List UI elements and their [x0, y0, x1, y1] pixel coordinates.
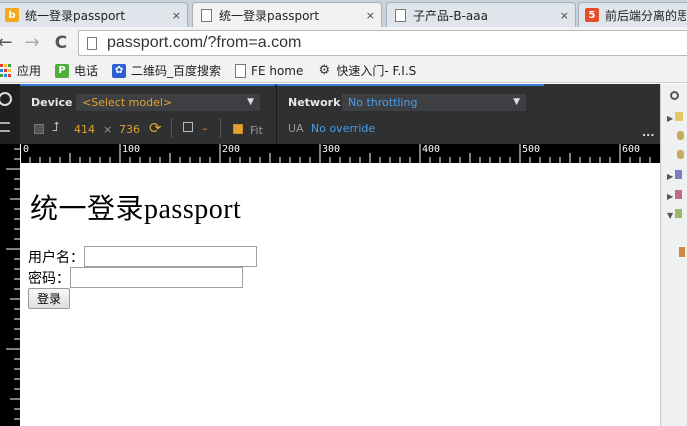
username-label: 用户名：	[28, 250, 84, 266]
back-button[interactable]: ←	[0, 31, 16, 55]
close-icon[interactable]: ×	[366, 9, 375, 22]
layout-icon[interactable]	[0, 122, 10, 132]
ruler-label: 100	[122, 144, 141, 155]
rotate-icon[interactable]: ⟳	[149, 119, 162, 137]
horizontal-ruler: 0 100 200 300 400 500 600	[20, 144, 660, 163]
bookmark-qrcode-search[interactable]: ✿ 二维码_百度搜索	[112, 62, 221, 79]
username-input[interactable]	[84, 246, 257, 267]
apps-icon	[0, 64, 12, 78]
page-icon	[87, 36, 97, 50]
bookmark-fis[interactable]: ⚙ 快速入门- F.I.S	[317, 62, 417, 79]
password-label: 密码：	[28, 271, 70, 287]
dropdown-arrow-icon: ▼	[247, 97, 254, 107]
checkbox-icon[interactable]	[34, 124, 44, 134]
page-title: 统一登录passport	[30, 194, 242, 225]
tab-3[interactable]: 子产品-B-aaa ×	[386, 2, 576, 27]
vertical-ruler	[0, 144, 20, 426]
ruler-label: 500	[522, 144, 541, 155]
search-icon[interactable]	[670, 91, 679, 100]
bookmarks-bar: 应用 P 电话 ✿ 二维码_百度搜索 FE home ⚙ 快速入门- F.I.S	[0, 59, 687, 83]
tab-strip: b 统一登录passport × 统一登录passport × 子产品-B-aa…	[0, 0, 687, 27]
bing-icon: b	[5, 8, 19, 22]
tree-node-item[interactable]	[679, 247, 687, 261]
devtools-gutter	[0, 84, 20, 144]
gear-icon: ⚙	[318, 63, 331, 78]
fit-checkbox[interactable]	[233, 124, 243, 134]
device-label: Device	[31, 96, 73, 109]
tab-title: 子产品-B-aaa	[413, 8, 488, 23]
network-select-value: No throttling	[348, 96, 418, 109]
document-icon	[393, 8, 407, 22]
password-input[interactable]	[70, 267, 243, 288]
ua-value[interactable]: No override	[311, 122, 375, 135]
bookmark-label: 二维码_百度搜索	[131, 64, 222, 78]
address-bar[interactable]: passport.com/?from=a.com	[78, 30, 687, 56]
bookmark-apps[interactable]: 应用	[0, 62, 41, 79]
ruler-label: 200	[222, 144, 241, 155]
tree-node-cache[interactable]: ▼	[667, 209, 685, 223]
tab-1[interactable]: b 统一登录passport ×	[0, 2, 188, 27]
no-entry-icon[interactable]	[0, 92, 12, 106]
device-select-value: <Select model>	[82, 96, 173, 109]
tab-title: 统一登录passport	[25, 8, 126, 23]
tree-node-storage[interactable]: ▶	[667, 170, 685, 184]
bookmark-label: 快速入门- F.I.S	[336, 64, 417, 78]
bookmark-phone[interactable]: P 电话	[55, 62, 98, 79]
zoom-dash: –	[202, 122, 208, 135]
fit-label: Fit	[250, 124, 263, 137]
ruler-label: 400	[422, 144, 441, 155]
swap-dimensions-icon[interactable]: ⮥	[52, 120, 60, 135]
bookmark-label: 应用	[17, 64, 42, 78]
document-icon	[199, 8, 213, 22]
ruler-label: 600	[622, 144, 641, 155]
tab-title: 统一登录passport	[219, 8, 320, 23]
bookmark-label: 电话	[74, 64, 99, 78]
divider	[171, 118, 172, 138]
url-text: passport.com/?from=a.com	[107, 34, 302, 51]
dropdown-arrow-icon: ▼	[513, 97, 520, 107]
height-value[interactable]: 736	[119, 123, 140, 136]
password-row: 密码：	[28, 267, 243, 288]
more-options-icon[interactable]: ...	[642, 126, 655, 139]
network-throttling-select[interactable]: No throttling ▼	[342, 94, 526, 111]
reload-button[interactable]: C	[50, 31, 72, 55]
username-row: 用户名：	[28, 246, 257, 267]
close-icon[interactable]: ×	[172, 9, 181, 22]
devtools-elements-sidepanel: ▶ ▶ ▶ ▼	[660, 84, 687, 426]
phone-app-icon: P	[55, 63, 70, 78]
browser-toolbar: ← → C passport.com/?from=a.com	[0, 27, 687, 59]
html5-icon: 5	[585, 8, 599, 22]
tree-node-db[interactable]	[677, 131, 687, 145]
baidu-paw-icon: ✿	[112, 63, 127, 78]
close-icon[interactable]: ×	[560, 9, 569, 22]
network-label: Network	[288, 96, 341, 109]
tab-4[interactable]: 5 前后端分离的思	[578, 2, 687, 27]
vertical-ruler-ticks	[6, 148, 20, 420]
login-button[interactable]: 登录	[28, 288, 70, 309]
network-panel: Network No throttling ▼ UA No override	[276, 84, 544, 144]
tab-title: 前后端分离的思	[605, 8, 686, 23]
device-model-select[interactable]: <Select model> ▼	[76, 94, 260, 111]
bookmark-fe-home[interactable]: FE home	[235, 63, 304, 78]
width-value[interactable]: 414	[74, 123, 95, 136]
ruler-label: 0	[23, 144, 30, 155]
tree-node-storage[interactable]: ▶	[667, 190, 685, 204]
times-sign: ×	[103, 123, 113, 136]
tree-node-db[interactable]	[677, 150, 687, 164]
emulated-viewport: 统一登录passport 用户名： 密码： 登录	[20, 163, 660, 426]
forward-button[interactable]: →	[21, 31, 43, 55]
ruler-label: 300	[322, 144, 341, 155]
divider	[220, 118, 221, 138]
ua-label: UA	[288, 122, 304, 135]
tree-node-folder[interactable]: ▶	[667, 112, 685, 126]
zoom-box-icon[interactable]	[183, 122, 193, 132]
document-icon	[235, 63, 247, 78]
tab-2[interactable]: 统一登录passport ×	[192, 2, 382, 27]
bookmark-label: FE home	[251, 63, 304, 78]
device-panel: Device <Select model> ▼ ⮥ 414 × 736 ⟳ – …	[20, 84, 275, 144]
device-emulation-bar: Device <Select model> ▼ ⮥ 414 × 736 ⟳ – …	[0, 84, 660, 144]
